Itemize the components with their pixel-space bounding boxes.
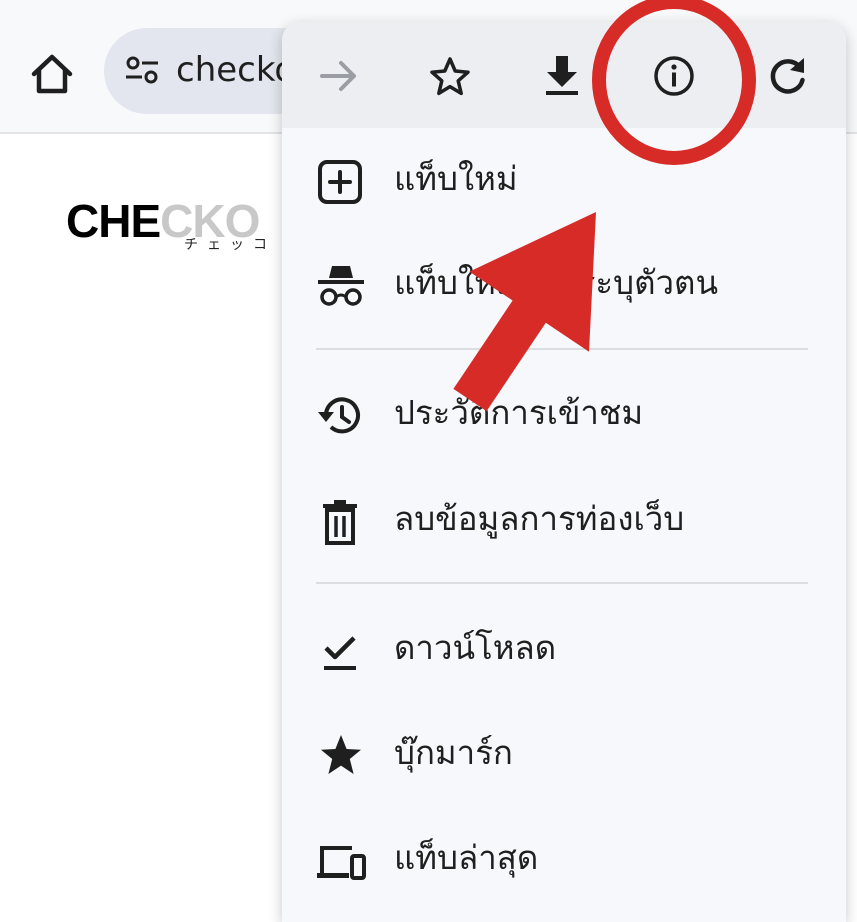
- forward-icon[interactable]: [312, 50, 364, 102]
- trash-icon: [314, 499, 368, 545]
- logo-text-dark: CHE: [66, 195, 161, 247]
- history-icon: [314, 393, 368, 439]
- menu-item-label: แท็บล่าสุด: [394, 838, 539, 877]
- menu-item-label: ดาวน์โหลด: [394, 628, 557, 667]
- menu-divider: [316, 348, 808, 350]
- menu-item-history[interactable]: ประวัติการเข้าชม: [282, 380, 846, 450]
- site-logo: CHECKO チェッコ: [66, 195, 267, 253]
- devices-icon: [314, 838, 368, 884]
- menu-item-downloads[interactable]: ดาวน์โหลด: [282, 615, 846, 685]
- menu-item-recent-tabs[interactable]: แท็บล่าสุด: [282, 825, 846, 895]
- menu-item-incognito-tab[interactable]: แท็บใหม่ที่ไม่ระบุตัวตน: [282, 250, 846, 320]
- star-filled-icon: [314, 733, 368, 779]
- menu-item-label: แท็บใหม่ที่ไม่ระบุตัวตน: [394, 263, 719, 302]
- url-text: checko: [176, 50, 296, 90]
- star-outline-icon[interactable]: [424, 50, 476, 102]
- overflow-menu: แท็บใหม่ แท็บใหม่ที่ไม่ระบุตัวตน ประวัติ…: [282, 22, 846, 922]
- incognito-icon: [314, 263, 368, 309]
- home-icon[interactable]: [28, 50, 76, 98]
- reload-icon[interactable]: [762, 50, 814, 102]
- menu-item-label: ประวัติการเข้าชม: [394, 393, 644, 432]
- menu-item-label: แท็บใหม่: [394, 159, 518, 198]
- menu-item-label: ลบข้อมูลการท่องเว็บ: [394, 499, 685, 538]
- logo-subtitle: チェッコ: [184, 237, 276, 253]
- info-icon[interactable]: [648, 50, 700, 102]
- tune-icon[interactable]: [124, 55, 160, 87]
- menu-item-bookmarks[interactable]: บุ๊กมาร์ก: [282, 720, 846, 790]
- downloads-check-icon: [314, 628, 368, 674]
- download-icon[interactable]: [536, 50, 588, 102]
- menu-item-clear-browsing-data[interactable]: ลบข้อมูลการท่องเว็บ: [282, 486, 846, 556]
- menu-item-new-tab[interactable]: แท็บใหม่: [282, 146, 846, 216]
- menu-item-label: บุ๊กมาร์ก: [394, 733, 513, 772]
- menu-top-row: [282, 22, 846, 128]
- menu-divider: [316, 582, 808, 584]
- new-tab-icon: [314, 159, 368, 205]
